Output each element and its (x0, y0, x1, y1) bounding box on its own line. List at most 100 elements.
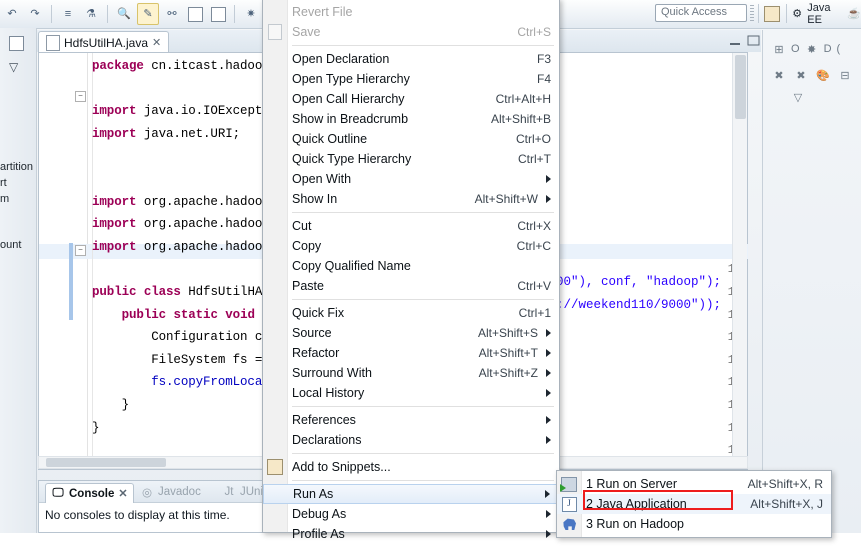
menu-item-add-to-snippets[interactable]: Add to Snippets... (263, 457, 559, 477)
menu-item-cut[interactable]: Cut Ctrl+X (263, 216, 559, 236)
deploy-icon[interactable]: ⚗ (81, 4, 101, 24)
submenu-item-label: 1 Run on Server (586, 477, 678, 491)
debug-icon[interactable]: ✷ (241, 4, 261, 24)
code-fragment-right-1: 00"), conf, "hadoop"); (556, 275, 722, 289)
fold-collapse-icon[interactable]: − (75, 91, 86, 102)
maximize-editor-icon[interactable] (746, 34, 761, 48)
menu-item-surround-with[interactable]: Surround With Alt+Shift+Z (263, 363, 559, 383)
menu-item-label: Run As (293, 487, 334, 501)
save-icon (267, 24, 283, 40)
hide-static-icon[interactable]: ✖ (794, 68, 808, 82)
editor-context-menu[interactable]: Revert File Save Ctrl+S Open Declaration F3 O… (262, 0, 560, 541)
menu-item-shortcut: Ctrl+Alt+H (495, 92, 551, 106)
menu-item-run-as[interactable]: Run As (263, 484, 559, 504)
menu-item-label: Show In (292, 192, 338, 206)
java-application-highlight-box (583, 490, 733, 510)
perspective-java-ee[interactable]: ⚙ Java EE ☕ (791, 2, 861, 26)
menu-item-copy[interactable]: Copy Ctrl+C (263, 236, 559, 256)
highlight-icon[interactable]: ✎ (137, 3, 159, 25)
run-on-server-icon (560, 476, 577, 492)
menu-item-shortcut: Ctrl+O (515, 132, 551, 146)
close-icon[interactable]: ✕ (152, 36, 161, 49)
redo-icon[interactable]: ↷ (25, 4, 45, 24)
menu-item-open-declaration[interactable]: Open Declaration F3 (263, 49, 559, 69)
menu-item-open-with[interactable]: Open With (263, 169, 559, 189)
editor-vertical-scrollbar[interactable] (732, 53, 747, 469)
sort-outline-icon[interactable]: ⊞ (772, 42, 786, 56)
minimize-editor-icon[interactable] (728, 34, 743, 48)
scrollbar-thumb[interactable] (735, 55, 746, 119)
collapse-all-icon[interactable]: ⊟ (838, 68, 852, 82)
menu-item-label: Copy (292, 239, 322, 253)
submenu-item-label: 3 Run on Hadoop (586, 517, 684, 531)
toolbar-separator (758, 4, 759, 23)
code-line: import org.apache.hadoop.c (92, 194, 285, 209)
menu-item-quick-type-hierarchy[interactable]: Quick Type Hierarchy Ctrl+T (263, 149, 559, 169)
menu-item-show-in[interactable]: Show In Alt+Shift+W (263, 189, 559, 209)
view-menu-icon[interactable]: ▽ (9, 60, 18, 74)
eclipse-window: ↶ ↷ ≡ ⚗ 🔍 ✎ ⚯ ✷ Quick Access ⚙ Java EE ☕… (0, 0, 861, 541)
menu-item-quick-outline[interactable]: Quick Outline Ctrl+O (263, 129, 559, 149)
quick-access-input[interactable]: Quick Access (655, 4, 747, 22)
hscrollbar-thumb[interactable] (46, 458, 166, 467)
editor-tab-hdfsutilha[interactable]: HdfsUtilHA.java ✕ (38, 31, 170, 53)
menu-item-debug-as[interactable]: Debug As (263, 504, 559, 524)
submenu-arrow-icon (546, 349, 551, 357)
menu-item-local-history[interactable]: Local History (263, 383, 559, 403)
toolbar-drag-handle[interactable] (750, 5, 754, 21)
menu-item-references[interactable]: References (263, 410, 559, 430)
hide-nonpublic-icon[interactable]: 🎨 (816, 68, 830, 82)
menu-item-label: Open Declaration (292, 52, 390, 66)
menu-item-paste[interactable]: Paste Ctrl+V (263, 276, 559, 296)
undo-icon[interactable]: ↶ (2, 4, 22, 24)
open-type-icon[interactable] (185, 4, 205, 24)
filter-outline-icon[interactable]: ✸ (805, 42, 819, 56)
close-icon[interactable]: ✕ (118, 487, 127, 500)
menu-item-shortcut: Ctrl+C (516, 239, 551, 253)
code-line: import java.io.IOException (92, 104, 285, 119)
menu-item-label: Quick Type Hierarchy (292, 152, 412, 166)
open-perspective-icon[interactable] (763, 5, 780, 22)
java-perspective-icon[interactable]: ☕ (847, 7, 861, 21)
submenu-item-3-run-on-hadoop[interactable]: 3 Run on Hadoop (557, 514, 831, 534)
fold-collapse-icon[interactable]: − (75, 245, 86, 256)
menu-item-label: References (292, 413, 356, 427)
outline-toolbar-row-1: ⊞ O ✸ D ( (772, 42, 840, 56)
left-minimized-bar: ▽ (0, 28, 37, 533)
menu-item-open-call-hierarchy[interactable]: Open Call Hierarchy Ctrl+Alt+H (263, 89, 559, 109)
submenu-arrow-icon (546, 389, 551, 397)
menu-item-declarations[interactable]: Declarations (263, 430, 559, 450)
run-as-submenu[interactable]: 1 Run on Server Alt+Shift+X, RJ2 Java App… (556, 470, 832, 538)
search-icon[interactable]: 🔍 (114, 4, 134, 24)
restore-view-icon[interactable] (9, 36, 24, 51)
menu-item-source[interactable]: Source Alt+Shift+S (263, 323, 559, 343)
menu-item-refactor[interactable]: Refactor Alt+Shift+T (263, 343, 559, 363)
console-icon: 🖵 (52, 487, 64, 499)
menu-item-label: Show in Breadcrumb (292, 112, 409, 126)
toolbar-separator (107, 5, 108, 23)
junit-icon: Jt (224, 486, 234, 498)
folding-bar[interactable] (74, 53, 86, 469)
outline-label-paren: ( (836, 43, 841, 55)
tab-console[interactable]: 🖵 Console ✕ (45, 483, 134, 503)
menu-item-show-in-breadcrumb[interactable]: Show in Breadcrumb Alt+Shift+B (263, 109, 559, 129)
link-icon[interactable]: ⚯ (162, 4, 182, 24)
new-wizard-icon[interactable]: ≡ (58, 4, 78, 24)
code-line: FileSystem fs = Fi (92, 352, 285, 367)
menu-item-label: Profile As (292, 527, 345, 541)
menu-item-label: Open Call Hierarchy (292, 92, 405, 106)
menu-separator (292, 480, 554, 481)
menu-item-quick-fix[interactable]: Quick Fix Ctrl+1 (263, 303, 559, 323)
package-explorer-fragment: m (0, 193, 10, 205)
menu-item-open-type-hierarchy[interactable]: Open Type Hierarchy F4 (263, 69, 559, 89)
tab-javadoc[interactable]: ◎ Javadoc (135, 483, 206, 501)
hide-fields-icon[interactable]: ✖ (772, 68, 786, 82)
open-task-icon[interactable] (208, 4, 228, 24)
view-menu-icon[interactable]: ▽ (791, 90, 805, 104)
menu-item-profile-as[interactable]: Profile As (263, 524, 559, 544)
snippet-icon (267, 459, 283, 475)
menu-item-copy-qualified-name[interactable]: Copy Qualified Name (263, 256, 559, 276)
menu-item-label: Copy Qualified Name (292, 259, 411, 273)
submenu-arrow-icon (546, 436, 551, 444)
code-line: } (92, 398, 130, 412)
